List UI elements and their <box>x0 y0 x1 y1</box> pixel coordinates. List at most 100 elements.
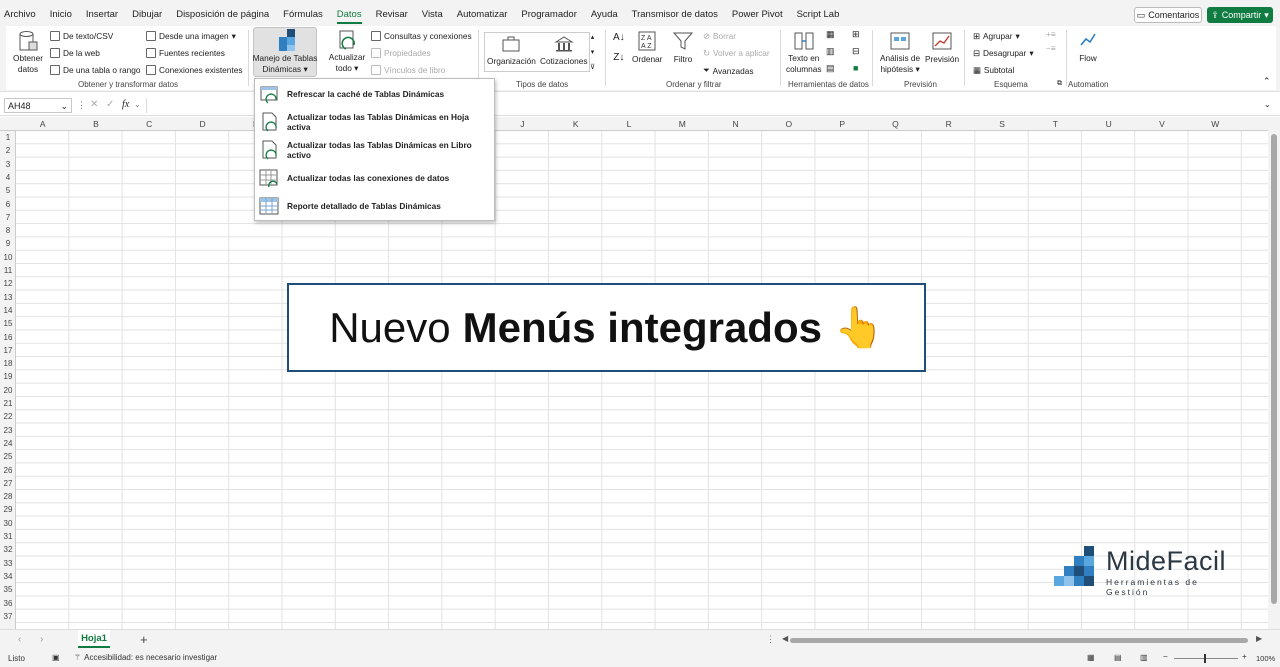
row-header[interactable]: 36 <box>0 599 16 608</box>
vertical-scrollbar[interactable] <box>1268 124 1280 629</box>
row-header[interactable]: 14 <box>0 306 16 315</box>
data-tools-small-buttons-2[interactable]: ⊞ ⊟ ■ <box>852 29 860 73</box>
tab-split-handle-icon[interactable]: ⋮ <box>766 634 775 645</box>
tab-disposición-de-página[interactable]: Disposición de página <box>176 9 269 24</box>
clear-filter-button[interactable]: ⊘ Borrar <box>703 31 736 41</box>
row-header[interactable]: 11 <box>0 266 16 275</box>
row-header[interactable]: 24 <box>0 439 16 448</box>
advanced-filter-button[interactable]: ⏷ Avanzadas <box>703 65 754 76</box>
row-header[interactable]: 21 <box>0 399 16 408</box>
column-header[interactable]: P <box>816 119 869 129</box>
reapply-button[interactable]: ↻ Volver a aplicar <box>703 48 770 58</box>
row-header[interactable]: 35 <box>0 585 16 594</box>
row-header[interactable]: 13 <box>0 293 16 302</box>
gallery-scroll-buttons[interactable]: ▴ ▾ ⊽ <box>590 32 595 74</box>
zoom-in-icon[interactable]: + <box>1242 652 1247 661</box>
expand-formula-icon[interactable]: ⌄ <box>1264 100 1271 109</box>
forecast-sheet-button[interactable]: Previsión <box>925 30 959 64</box>
properties-button[interactable]: Propiedades <box>371 48 431 58</box>
organization-type-button[interactable]: Organización <box>487 36 536 66</box>
row-header[interactable]: 12 <box>0 279 16 288</box>
column-header[interactable]: L <box>602 119 655 129</box>
column-header[interactable]: N <box>709 119 762 129</box>
column-header[interactable]: O <box>762 119 815 129</box>
row-header[interactable]: 8 <box>0 226 16 235</box>
sort-button[interactable]: Z AA Z Ordenar <box>632 30 662 64</box>
sheet-tab-hoja1[interactable]: Hoja1 <box>78 630 110 648</box>
tab-insertar[interactable]: Insertar <box>86 9 118 24</box>
page-layout-view-icon[interactable]: ▤ <box>1114 653 1122 662</box>
menu-item-refresh-active-sheet[interactable]: Actualizar todas las Tablas Dinámicas en… <box>259 111 491 133</box>
flow-button[interactable]: Flow <box>1078 31 1098 63</box>
page-break-view-icon[interactable]: ▥ <box>1140 653 1148 662</box>
get-data-button[interactable]: Obtener datos <box>12 30 44 74</box>
zoom-out-icon[interactable]: − <box>1163 652 1168 661</box>
column-header[interactable]: A <box>16 119 69 129</box>
show-hide-detail-buttons[interactable]: +≡ −≡ <box>1046 29 1056 53</box>
name-box[interactable]: AH48 ⌄ <box>4 98 72 113</box>
zoom-slider[interactable] <box>1174 658 1238 659</box>
tab-transmisor-de-datos[interactable]: Transmisor de datos <box>632 9 718 24</box>
what-if-button[interactable]: Análisis de hipótesis ▾ <box>880 30 920 74</box>
tab-programador[interactable]: Programador <box>521 9 576 24</box>
row-header[interactable]: 7 <box>0 213 16 222</box>
tab-vista[interactable]: Vista <box>422 9 443 24</box>
row-header[interactable]: 15 <box>0 319 16 328</box>
row-header[interactable]: 27 <box>0 479 16 488</box>
row-header[interactable]: 23 <box>0 426 16 435</box>
column-header[interactable]: K <box>549 119 602 129</box>
row-header[interactable]: 19 <box>0 372 16 381</box>
from-web-button[interactable]: De la web <box>50 48 100 58</box>
column-header[interactable]: C <box>123 119 176 129</box>
column-header[interactable]: V <box>1135 119 1188 129</box>
enter-icon[interactable]: ✓ <box>106 99 114 110</box>
recent-sources-button[interactable]: Fuentes recientes <box>146 48 225 58</box>
row-header[interactable]: 34 <box>0 572 16 581</box>
ungroup-button[interactable]: ⊟ Desagrupar ▾ <box>973 48 1033 58</box>
scroll-right-icon[interactable]: ▶ <box>1256 634 1262 643</box>
row-header[interactable]: 29 <box>0 505 16 514</box>
row-header[interactable]: 28 <box>0 492 16 501</box>
sort-az-buttons[interactable]: A↓ Z↓ <box>613 32 625 63</box>
row-header[interactable]: 3 <box>0 160 16 169</box>
from-csv-button[interactable]: De texto/CSV <box>50 31 113 41</box>
row-header[interactable]: 4 <box>0 173 16 182</box>
zoom-slider-thumb[interactable] <box>1204 654 1206 663</box>
accessibility-checker[interactable]: ⚚ Accesibilidad: es necesario investigar <box>74 653 217 662</box>
scroll-left-icon[interactable]: ◀ <box>782 634 788 643</box>
row-header[interactable]: 26 <box>0 466 16 475</box>
tab-script-lab[interactable]: Script Lab <box>797 9 840 24</box>
column-header[interactable]: U <box>1082 119 1135 129</box>
share-button[interactable]: ⇪ Compartir ▾ <box>1207 7 1273 23</box>
row-header[interactable]: 5 <box>0 186 16 195</box>
outline-dialog-launcher[interactable]: ⧉ <box>1057 80 1062 88</box>
scroll-tabs-left-icon[interactable]: ‹ <box>18 634 21 645</box>
workbook-links-button[interactable]: Vínculos de libro <box>371 65 445 75</box>
tab-fórmulas[interactable]: Fórmulas <box>283 9 323 24</box>
scroll-tabs-right-icon[interactable]: › <box>40 634 43 645</box>
more-options-icon[interactable]: ⋮ <box>77 100 86 111</box>
row-header[interactable]: 20 <box>0 386 16 395</box>
menu-item-refresh-workbook[interactable]: Actualizar todas las Tablas Dinámicas en… <box>259 139 491 161</box>
group-button[interactable]: ⊞ Agrupar ▾ <box>973 31 1020 41</box>
tab-ayuda[interactable]: Ayuda <box>591 9 618 24</box>
tab-revisar[interactable]: Revisar <box>376 9 408 24</box>
row-header[interactable]: 33 <box>0 559 16 568</box>
row-header[interactable]: 30 <box>0 519 16 528</box>
text-to-columns-button[interactable]: Texto en columnas <box>786 30 822 74</box>
vertical-scroll-thumb[interactable] <box>1271 134 1277 604</box>
from-image-button[interactable]: Desde una imagen ▾ <box>146 31 236 41</box>
column-header[interactable]: T <box>1029 119 1082 129</box>
comments-button[interactable]: ▭ Comentarios <box>1134 7 1202 23</box>
subtotal-button[interactable]: ▦ Subtotal <box>973 65 1014 75</box>
column-header[interactable]: Q <box>869 119 922 129</box>
row-header[interactable]: 18 <box>0 359 16 368</box>
tab-automatizar[interactable]: Automatizar <box>457 9 508 24</box>
add-sheet-button[interactable]: + <box>140 632 148 647</box>
data-tools-small-buttons[interactable]: ▦ ▥ ▤ <box>826 29 835 74</box>
from-table-button[interactable]: De una tabla o rango <box>50 65 141 75</box>
row-header[interactable]: 37 <box>0 612 16 621</box>
row-header[interactable]: 2 <box>0 146 16 155</box>
tab-archivo[interactable]: Archivo <box>4 9 36 24</box>
column-header[interactable]: W <box>1189 119 1242 129</box>
